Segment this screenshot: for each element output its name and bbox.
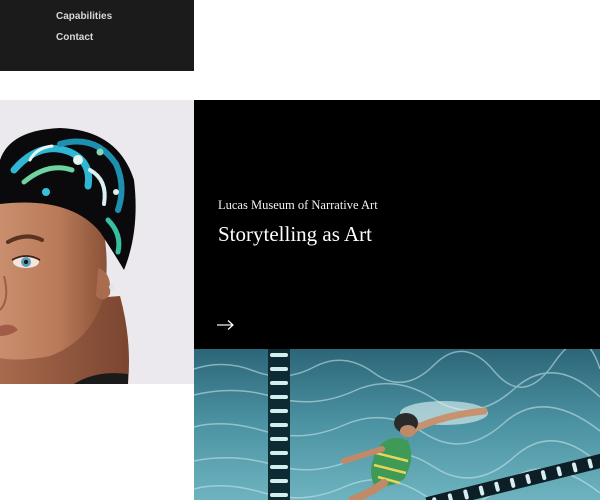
card-kicker: Lucas Museum of Narrative Art [218,198,378,212]
pool-swimmer-image[interactable] [194,349,600,500]
arrow-right-icon[interactable] [216,318,236,332]
swimmer-portrait-image[interactable] [0,100,194,384]
nav-link-contact[interactable]: Contact [56,32,93,43]
card-title[interactable]: Storytelling as Art [218,222,372,247]
nav-link-capabilities[interactable]: Capabilities [56,11,112,22]
feature-card[interactable]: Lucas Museum of Narrative Art Storytelli… [194,100,600,349]
nav-panel: Capabilities Contact [0,0,194,71]
